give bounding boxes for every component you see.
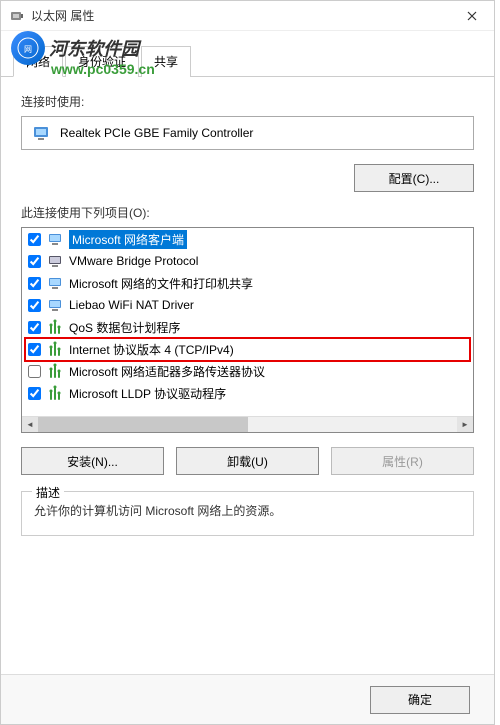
network-adapter-icon (9, 8, 25, 24)
item-label: Microsoft 网络的文件和打印机共享 (69, 275, 253, 292)
list-item[interactable]: Microsoft LLDP 协议驱动程序 (22, 382, 473, 404)
item-checkbox[interactable] (28, 343, 41, 356)
dialog-footer: 确定 (1, 674, 494, 724)
list-item[interactable]: Internet 协议版本 4 (TCP/IPv4) (22, 338, 473, 360)
ok-button[interactable]: 确定 (370, 686, 470, 714)
tab-sharing[interactable]: 共享 (141, 46, 191, 77)
scroll-track[interactable] (38, 417, 457, 432)
item-label: QoS 数据包计划程序 (69, 319, 180, 336)
list-item[interactable]: Microsoft 网络的文件和打印机共享 (22, 272, 473, 294)
window-title: 以太网 属性 (31, 7, 94, 24)
horizontal-scrollbar[interactable]: ◄ ► (22, 416, 473, 432)
protocol-listbox: Microsoft 网络客户端 VMware Bridge Protocol Mic… (21, 227, 474, 433)
device-box: Realtek PCIe GBE Family Controller (21, 116, 474, 150)
list-item[interactable]: VMware Bridge Protocol (22, 250, 473, 272)
list-item[interactable]: QoS 数据包计划程序 (22, 316, 473, 338)
properties-dialog: 以太网 属性 网 河东软件园 www.pc0359.cn 网络 身份验证 共享 … (0, 0, 495, 725)
item-label: Microsoft 网络适配器多路传送器协议 (69, 363, 265, 380)
protocol-icon (47, 363, 63, 379)
protocol-icon (47, 341, 63, 357)
tab-strip: 网络 身份验证 共享 (1, 35, 494, 77)
list-item[interactable]: Liebao WiFi NAT Driver (22, 294, 473, 316)
device-name: Realtek PCIe GBE Family Controller (60, 126, 253, 140)
tab-auth[interactable]: 身份验证 (65, 46, 139, 77)
item-checkbox[interactable] (28, 233, 41, 246)
scroll-left-button[interactable]: ◄ (22, 417, 38, 432)
item-checkbox[interactable] (28, 321, 41, 334)
tab-networking[interactable]: 网络 (13, 46, 63, 77)
protocol-icon (47, 319, 63, 335)
uninstall-button[interactable]: 卸载(U) (176, 447, 319, 475)
titlebar: 以太网 属性 (1, 1, 494, 31)
items-used-label: 此连接使用下列项目(O): (21, 204, 474, 221)
description-group: 描述 允许你的计算机访问 Microsoft 网络上的资源。 (21, 491, 474, 536)
scroll-thumb[interactable] (38, 417, 248, 432)
protocol-icon (47, 385, 63, 401)
item-label: Microsoft LLDP 协议驱动程序 (69, 385, 226, 402)
list-item[interactable]: Microsoft 网络适配器多路传送器协议 (22, 360, 473, 382)
driver-icon (47, 297, 63, 313)
install-button[interactable]: 安装(N)... (21, 447, 164, 475)
nic-icon (32, 124, 52, 142)
item-label: Liebao WiFi NAT Driver (69, 298, 194, 312)
item-checkbox[interactable] (28, 255, 41, 268)
item-label: Internet 协议版本 4 (TCP/IPv4) (69, 341, 234, 358)
bridge-icon (47, 253, 63, 269)
scroll-right-button[interactable]: ► (457, 417, 473, 432)
item-label: Microsoft 网络客户端 (69, 230, 187, 249)
description-legend: 描述 (32, 484, 64, 501)
configure-button[interactable]: 配置(C)... (354, 164, 474, 192)
item-checkbox[interactable] (28, 277, 41, 290)
list-item[interactable]: Microsoft 网络客户端 (22, 228, 473, 250)
connect-using-label: 连接时使用: (21, 93, 474, 110)
item-checkbox[interactable] (28, 387, 41, 400)
item-checkbox[interactable] (28, 299, 41, 312)
properties-button[interactable]: 属性(R) (331, 447, 474, 475)
description-text: 允许你的计算机访问 Microsoft 网络上的资源。 (34, 502, 461, 519)
tab-content: 连接时使用: Realtek PCIe GBE Family Controlle… (1, 77, 494, 552)
service-icon (47, 275, 63, 291)
item-label: VMware Bridge Protocol (69, 254, 198, 268)
client-icon (47, 231, 63, 247)
close-button[interactable] (449, 1, 494, 31)
item-checkbox[interactable] (28, 365, 41, 378)
